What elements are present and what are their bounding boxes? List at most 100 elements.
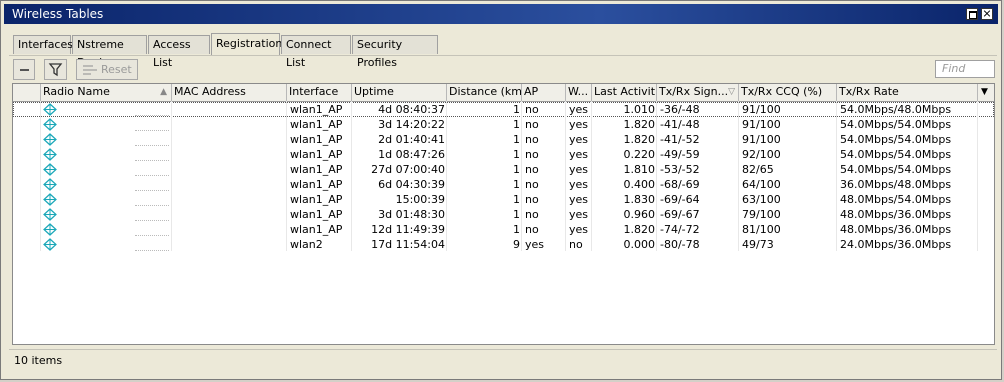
maximize-button[interactable]: [966, 8, 978, 20]
table-row[interactable]: wlan1_AP 2d 01:40:41 1 no yes 1.820 -41/-52 91/…: [13, 132, 994, 147]
cell-signal: -53/-52: [660, 163, 700, 176]
cell-uptime: 27d 07:00:40: [371, 163, 445, 176]
cell-w: yes: [569, 118, 589, 131]
header-rate[interactable]: Tx/Rx Rate: [837, 84, 978, 101]
cell-ap: no: [525, 118, 539, 131]
cell-interface: wlan1_AP: [290, 148, 343, 161]
cell-interface: wlan1_AP: [290, 178, 343, 191]
cell-w: yes: [569, 223, 589, 236]
column-divider: [521, 101, 522, 251]
column-divider: [286, 101, 287, 251]
cell-interface: wlan1_AP: [290, 193, 343, 206]
column-divider: [171, 101, 172, 251]
cell-uptime: 15:00:39: [395, 193, 445, 206]
table-row[interactable]: wlan1_AP 3d 01:48:30 1 no yes 0.960 -69/-67 79/…: [13, 207, 994, 222]
cell-rate: 48.0Mbps/36.0Mbps: [840, 208, 952, 221]
cell-last: 1.820: [623, 118, 656, 131]
column-divider: [591, 101, 592, 251]
item-count: 10 items: [14, 354, 63, 367]
tab-access-list[interactable]: Access List: [148, 35, 210, 69]
table-row[interactable]: wlan1_AP 6d 04:30:39 1 no yes 0.400 -68/-69 64/…: [13, 177, 994, 192]
cell-signal: -69/-64: [660, 193, 700, 206]
cell-interface: wlan2: [290, 238, 323, 251]
table-row[interactable]: wlan1_AP 27d 07:00:40 1 no yes 1.810 -53/-52 82…: [13, 162, 994, 177]
table-row[interactable]: wlan1_AP 15:00:39 1 no yes 1.830 -69/-64 63/100…: [13, 192, 994, 207]
tab-security-profiles[interactable]: Security Profiles: [352, 35, 438, 69]
cell-ccq: 81/100: [742, 223, 781, 236]
cell-distance: 1: [513, 193, 520, 206]
wireless-registration-icon: [43, 238, 57, 254]
header-ap[interactable]: AP: [522, 84, 566, 101]
header-mac-address[interactable]: MAC Address: [172, 84, 287, 101]
column-divider: [565, 101, 566, 251]
radio-name-placeholder: [135, 205, 169, 206]
tab-registration[interactable]: Registration: [211, 33, 282, 55]
cell-distance: 1: [513, 103, 520, 116]
cell-distance: 1: [513, 148, 520, 161]
remove-button[interactable]: [13, 59, 35, 80]
header-ccq[interactable]: Tx/Rx CCQ (%): [739, 84, 837, 101]
radio-name-placeholder: [135, 220, 169, 221]
filter-button[interactable]: [44, 59, 67, 80]
cell-ccq: 49/73: [742, 238, 774, 251]
tab-interfaces[interactable]: Interfaces: [13, 35, 73, 54]
header-last-activity[interactable]: Last Activit...: [592, 84, 657, 101]
radio-name-placeholder: [135, 250, 169, 251]
cell-signal: -41/-48: [660, 118, 700, 131]
column-divider: [836, 101, 837, 251]
column-divider: [977, 101, 978, 251]
tab-connect-list[interactable]: Connect List: [281, 35, 351, 69]
cell-distance: 1: [513, 178, 520, 191]
cell-w: yes: [569, 148, 589, 161]
column-divider: [446, 101, 447, 251]
cell-uptime: 3d 01:48:30: [378, 208, 445, 221]
header-select[interactable]: [13, 84, 41, 101]
close-button[interactable]: [981, 8, 993, 20]
cell-interface: wlan1_AP: [290, 208, 343, 221]
cell-w: no: [569, 238, 583, 251]
title-bar: Wireless Tables: [4, 4, 998, 24]
cell-uptime: 17d 11:54:04: [371, 238, 445, 251]
cell-distance: 1: [513, 133, 520, 146]
table-row[interactable]: wlan1_AP 12d 11:49:39 1 no yes 1.820 -74/-72 81…: [13, 222, 994, 237]
cell-last: 1.820: [623, 223, 656, 236]
find-input[interactable]: Find: [935, 60, 995, 78]
column-divider: [40, 101, 41, 251]
cell-ccq: 82/65: [742, 163, 774, 176]
column-menu-icon: ▼: [981, 87, 988, 97]
filter-indicator-icon: ▽: [728, 87, 735, 97]
column-menu-button[interactable]: ▼: [978, 84, 994, 101]
tab-nstreme-dual[interactable]: Nstreme Dual: [72, 35, 147, 69]
cell-rate: 36.0Mbps/48.0Mbps: [840, 178, 952, 191]
radio-name-placeholder: [135, 160, 169, 161]
table-row[interactable]: wlan1_AP 3d 14:20:22 1 no yes 1.820 -41/-48 91/…: [13, 117, 994, 132]
cell-distance: 1: [513, 118, 520, 131]
radio-name-placeholder: [135, 130, 169, 131]
cell-uptime: 2d 01:40:41: [378, 133, 445, 146]
cell-signal: -68/-69: [660, 178, 700, 191]
sort-arrow-icon: ▲: [160, 87, 167, 97]
table-row[interactable]: wlan1_AP 1d 08:47:26 1 no yes 0.220 -49/-59 92/…: [13, 147, 994, 162]
cell-ccq: 79/100: [742, 208, 781, 221]
header-radio-name[interactable]: Radio Name ▲: [41, 84, 172, 101]
cell-ccq: 91/100: [742, 118, 781, 131]
header-signal[interactable]: Tx/Rx Sign... ▽: [657, 84, 739, 101]
header-distance[interactable]: Distance (km): [447, 84, 522, 101]
table-row[interactable]: wlan2 17d 11:54:04 9 yes no 0.000 -80/-78 49/73…: [13, 237, 994, 252]
cell-ap: no: [525, 133, 539, 146]
cell-w: yes: [569, 178, 589, 191]
table-row[interactable]: wlan1_AP 4d 08:40:37 1 no yes 1.010 -36/-48 91/…: [13, 102, 994, 117]
cell-uptime: 4d 08:40:37: [378, 103, 445, 116]
cell-ap: no: [525, 148, 539, 161]
header-w[interactable]: W...: [566, 84, 592, 101]
reset-button[interactable]: Reset: [76, 59, 138, 80]
cell-ccq: 91/100: [742, 133, 781, 146]
cell-rate: 54.0Mbps/54.0Mbps: [840, 148, 952, 161]
registration-table: Radio Name ▲ MAC Address Interface Uptim…: [12, 83, 995, 345]
radio-name-placeholder: [135, 145, 169, 146]
cell-w: yes: [569, 133, 589, 146]
cell-signal: -36/-48: [660, 103, 700, 116]
header-uptime[interactable]: Uptime: [352, 84, 447, 101]
cell-uptime: 1d 08:47:26: [378, 148, 445, 161]
header-interface[interactable]: Interface: [287, 84, 352, 101]
